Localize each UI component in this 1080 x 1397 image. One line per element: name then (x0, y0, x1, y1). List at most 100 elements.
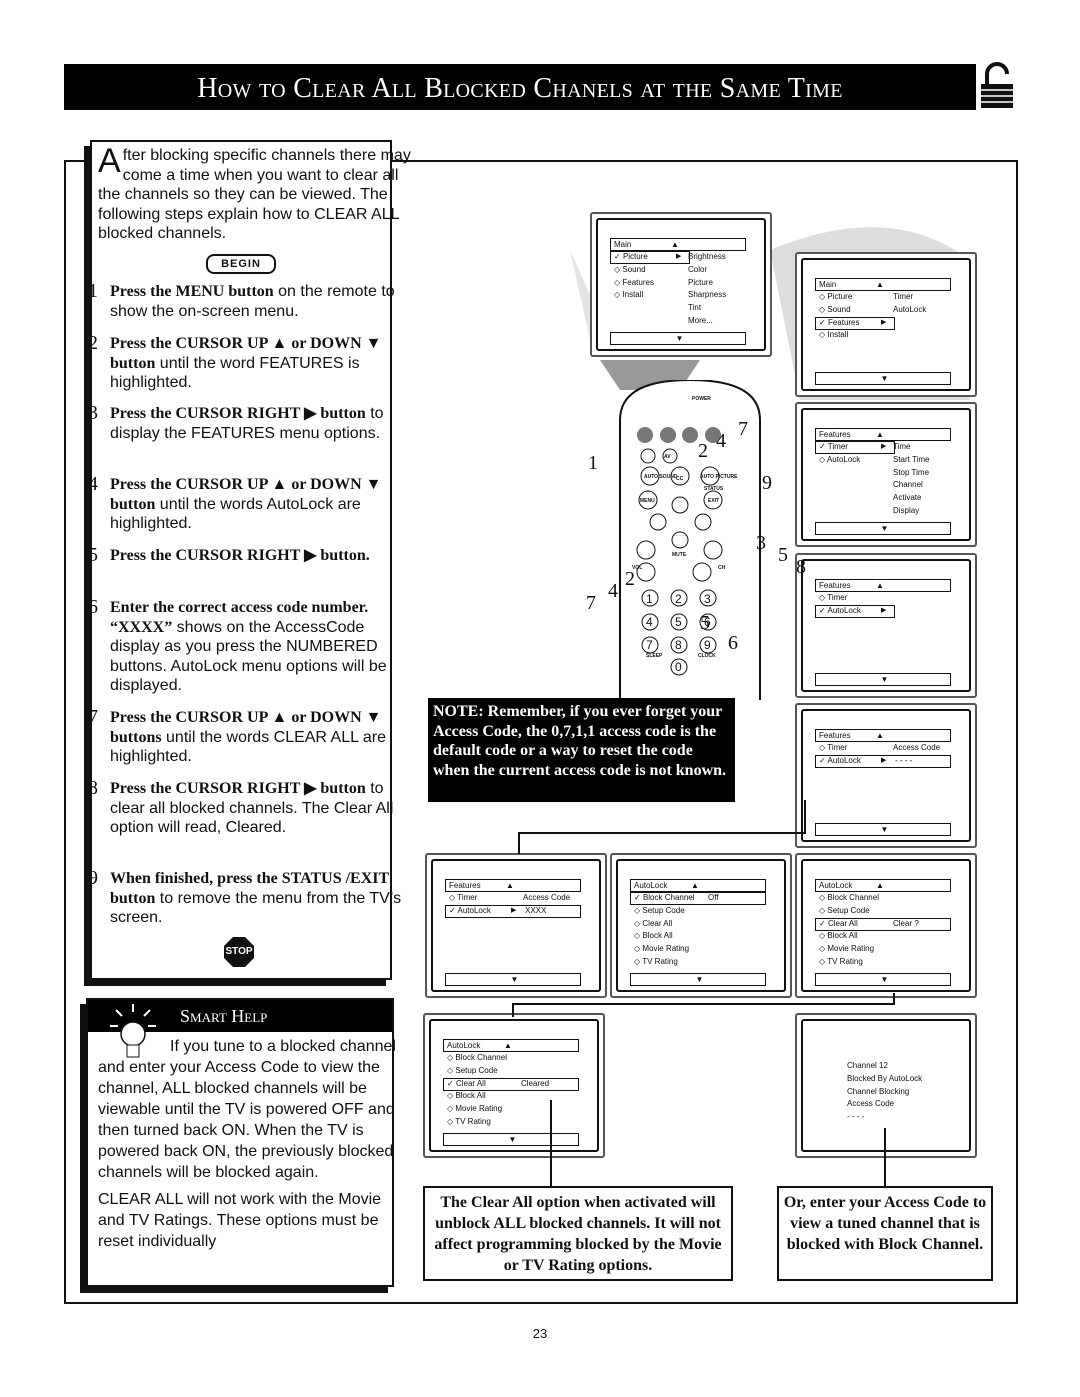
remote-label-clock: CLOCK (698, 653, 716, 659)
step-callout: 5 (700, 612, 710, 634)
menu-header: AutoLock ▲ (630, 879, 766, 892)
menu-item: ◇ Setup Code (447, 1065, 498, 1075)
menu-header: Features ▲ (815, 729, 951, 742)
step-2: 2 Press the CURSOR UP ▲ or DOWN ▼ button … (88, 332, 418, 393)
menu-item: ◇ AutoLock Start Time (819, 454, 930, 464)
digit-button-2: 2 (675, 592, 682, 606)
step-callout: 7 (738, 418, 748, 440)
step-4: 4 Press the CURSOR UP ▲ or DOWN ▼ button … (88, 473, 418, 534)
note-box: NOTE: Remember, if you ever forget your … (428, 698, 735, 802)
lock-icon (981, 62, 1013, 108)
digit-button-4: 4 (646, 615, 653, 629)
menu-item: ✓ Picture ▶ Brightness (610, 251, 746, 264)
digit-button-9: 9 (704, 638, 711, 652)
step-number: 8 (78, 776, 108, 800)
tv-screen-menu: Features ▲ ◇ Timer Access Code ✓ AutoLock ▶ - … (795, 703, 977, 848)
menu-item: Channel (893, 480, 923, 490)
digit-button-3: 3 (704, 592, 711, 606)
menu-item: ◇ Movie Rating (634, 944, 690, 954)
remote-label-power: POWER (692, 396, 711, 402)
access-code-caption: Or, enter your Access Code to view a tun… (777, 1186, 993, 1281)
tv-screen-menu: Main ▲ ◇ Picture Timer ◇ Sound AutoLock ✓ Feat… (795, 252, 977, 397)
step-number: 2 (78, 331, 108, 355)
channel-info-line: Channel 12 (847, 1061, 888, 1070)
menu-footer: ▼ (610, 331, 746, 345)
menu-footer: ▼ (815, 371, 951, 385)
page-number: 23 (532, 1326, 548, 1341)
menu-footer: ▼ (815, 521, 951, 535)
menu-item: ◇ Install (819, 330, 849, 340)
remote-label-av: AV (664, 454, 671, 460)
menu-item: ◇ TV Rating (634, 956, 678, 966)
step-number: 7 (78, 705, 108, 729)
menu-footer: ▼ (815, 822, 951, 836)
step-callout: 8 (796, 556, 806, 578)
menu-item: ◇ Picture Timer (819, 292, 914, 301)
remote-label-menu: MENU (640, 498, 655, 504)
step-number: 1 (78, 279, 108, 303)
remote-label-exit: EXIT (708, 498, 720, 504)
menu-item: ◇ Sound Color (614, 264, 708, 274)
step-callout: 2 (698, 440, 708, 462)
clear-all-caption: The Clear All option when activated will… (423, 1186, 733, 1281)
tv-screen-menu: Main ▲ ✓ Picture ▶ Brightness ◇ Sound Color ◇ F… (590, 212, 772, 357)
step-number: 6 (78, 595, 108, 619)
menu-item: ◇ Timer Access Code (449, 893, 571, 902)
menu-item: Tint (688, 303, 702, 313)
tv-screen-menu: Features ▲ ◇ Timer ✓ AutoLock ▶ ▼ (795, 553, 977, 698)
menu-item: ◇ TV Rating (819, 956, 863, 966)
step-bold: Press the CURSOR RIGHT ▶ button (110, 780, 366, 797)
menu-item: ◇ Sound AutoLock (819, 304, 927, 314)
menu-footer: ▼ (443, 1132, 579, 1146)
remote-label-auto-sound: AUTO SOUND (644, 474, 678, 480)
step-callout: 4 (716, 430, 726, 452)
smart-help-paragraph: If you tune to a blocked channel and ent… (98, 1038, 396, 1181)
drop-cap: A (98, 142, 121, 180)
menu-header: Main ▲ (610, 238, 746, 251)
step-number: 4 (78, 472, 108, 496)
smart-help-box: Smart Help If you tune to a blocked chan… (86, 998, 396, 1287)
tv-screen-menu: AutoLock ▲ ◇ Block Channel ◇ Setup Code ✓ Cl… (795, 853, 977, 998)
menu-item: ◇ Timer Access Code (819, 743, 941, 752)
tv-screen-menu: AutoLock ▲ ◇ Block Channel ◇ Setup Code ✓ Cl… (423, 1013, 605, 1158)
step-callout: 2 (625, 568, 635, 590)
tv-screen-menu: Features ▲ ◇ Timer Access Code ✓ AutoLock ▶ XX… (425, 853, 607, 998)
menu-item: ◇ Block All (447, 1091, 486, 1101)
instructions-box: After blocking specific channels there m… (88, 140, 411, 980)
step-callout: 1 (588, 452, 598, 474)
manual-page: How to Clear All Blocked Chanels at the … (0, 0, 1080, 1397)
menu-item: ✓ AutoLock ▶ (815, 604, 951, 618)
tv-screen-menu: Features ▲ ✓ Timer ▶ Time ◇ AutoLock Start Tim… (795, 402, 977, 547)
remote-label-mute: MUTE (672, 552, 687, 558)
step-bold: Press the CURSOR RIGHT ▶ button (110, 405, 366, 422)
remote-label-auto-picture: AUTO PICTURE (700, 474, 738, 480)
menu-footer: ▼ (630, 972, 766, 986)
intro-body: fter blocking specific channels there ma… (98, 147, 411, 242)
step-bold: Press the CURSOR RIGHT ▶ button. (110, 547, 370, 564)
menu-item: ✓ Block Channel Off (630, 892, 766, 905)
menu-item: Display (893, 505, 920, 515)
step-5: 5 Press the CURSOR RIGHT ▶ button. (88, 544, 418, 566)
remote-label-status: STATUS (704, 486, 724, 492)
digit-button-1: 1 (646, 592, 653, 606)
menu-item: ◇ Clear All (634, 918, 673, 928)
menu-item: ◇ Timer (819, 593, 848, 602)
menu-footer: ▼ (815, 672, 951, 686)
menu-header: AutoLock ▲ (443, 1039, 579, 1052)
begin-badge: BEGIN (206, 254, 276, 274)
menu-item: ◇ Block Channel (819, 893, 879, 902)
menu-item: ✓ Timer ▶ Time (815, 441, 951, 454)
step-6: 6 Enter the correct access code number. “… (88, 596, 418, 696)
step-number: 9 (78, 866, 108, 890)
step-callout: 5 (778, 544, 788, 566)
page-title: How to Clear All Blocked Chanels at the … (64, 64, 976, 110)
menu-item: ✓ AutoLock ▶ - - - - (815, 754, 951, 768)
menu-item: ◇ Setup Code (819, 905, 870, 915)
menu-item: ◇ Movie Rating (819, 944, 875, 954)
channel-info-line: - - - - (847, 1112, 865, 1122)
smart-help-text: If you tune to a blocked channel and ent… (98, 1036, 403, 1252)
menu-item: ◇ Install Sharpness (614, 290, 727, 300)
step-callout: 9 (762, 472, 772, 494)
step-number: 5 (78, 543, 108, 567)
menu-header: Features ▲ (815, 579, 951, 592)
